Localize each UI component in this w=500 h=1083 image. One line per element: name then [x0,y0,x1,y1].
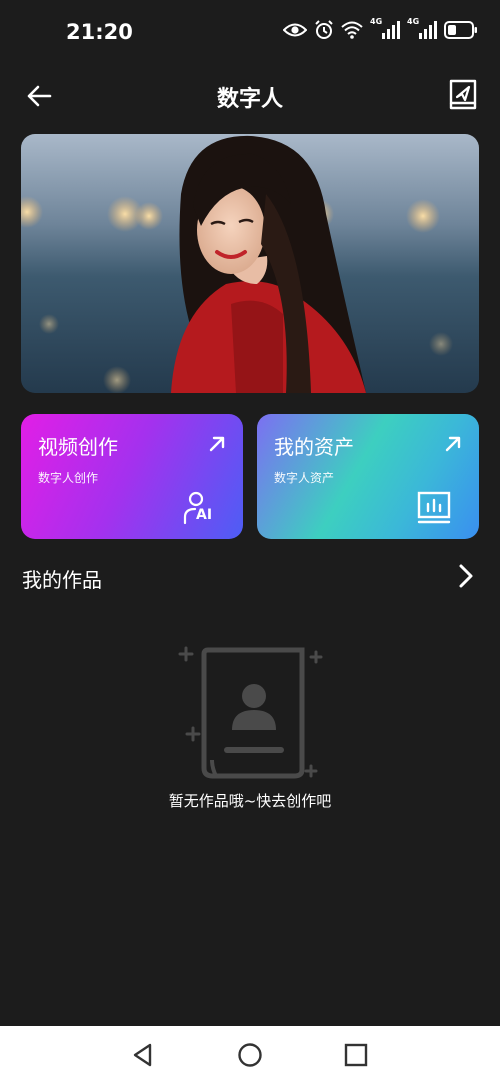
chevron-right-icon [459,564,473,588]
card-subtitle: 数字人资产 [274,471,335,485]
person-ai-icon: AI [183,489,217,527]
page-title: 数字人 [216,87,283,112]
woman-portrait-image [21,134,479,393]
arrow-up-right-icon [445,436,461,452]
status-icons: 4G 4G [283,17,478,40]
my-works-more-button[interactable] [454,563,478,589]
my-assets-card[interactable]: 我的资产 数字人资产 [257,414,479,539]
my-works-title: 我的作品 [22,568,102,592]
ai-label: AI [196,507,213,523]
status-time: 21:20 [66,20,133,44]
eye-icon [283,22,307,38]
card-subtitle: 数字人创作 [38,471,99,485]
card-title: 视频创作 [38,435,118,459]
header: 数字人 [0,64,500,128]
nav-home-button[interactable] [237,1042,263,1068]
hero-banner-image[interactable] [21,134,479,393]
back-triangle-icon [133,1043,152,1067]
send-card-icon [449,79,477,110]
empty-state-text: 暂无作品哦~快去创作吧 [168,792,332,810]
header-action-button[interactable] [444,76,482,114]
wifi-icon [341,21,363,39]
signal-icon: 4G [407,17,437,40]
system-nav-bar [0,1026,500,1083]
nav-back-button[interactable] [130,1042,156,1068]
profile-card-icon [178,646,323,779]
alarm-icon [314,20,334,40]
chart-board-icon [417,491,451,524]
arrow-up-right-icon [209,436,225,452]
empty-state-illustration [174,642,326,782]
recents-square-icon [344,1043,368,1067]
signal-icon: 4G [370,17,400,40]
nav-recents-button[interactable] [343,1042,369,1068]
video-creation-card[interactable]: 视频创作 数字人创作 AI [21,414,243,539]
home-circle-icon [238,1043,262,1067]
battery-icon [444,21,478,39]
card-title: 我的资产 [274,435,354,459]
status-bar: 21:20 4G 4G [0,0,500,64]
